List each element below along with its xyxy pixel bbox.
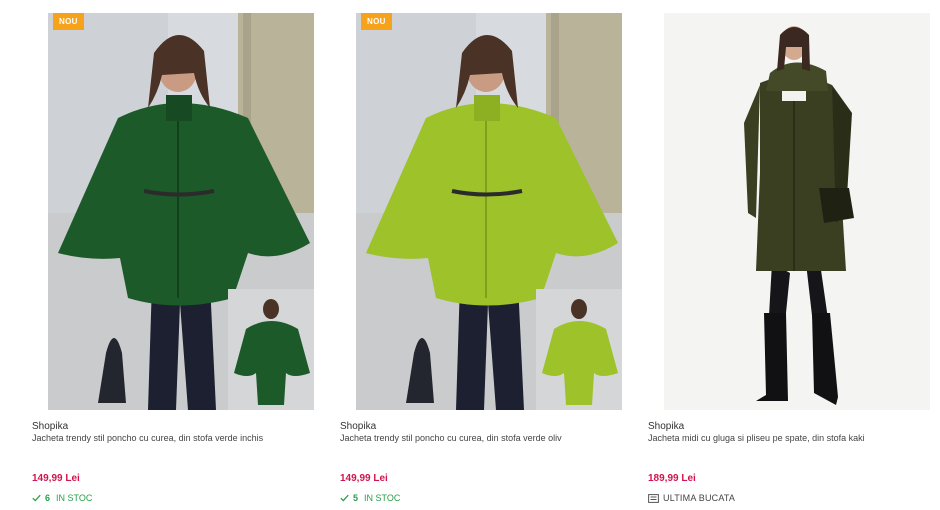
checkmark-icon: [340, 494, 349, 502]
product-brand[interactable]: Shopika: [340, 421, 376, 432]
stock-status: ULTIMA BUCATA: [648, 493, 735, 503]
stock-label: ULTIMA BUCATA: [663, 493, 736, 503]
checkmark-icon: [32, 494, 41, 502]
product-brand[interactable]: Shopika: [32, 421, 68, 432]
product-price: 149,99 Lei: [32, 473, 80, 484]
product-image[interactable]: NOU: [48, 13, 314, 410]
stock-count: 5: [353, 493, 359, 503]
stock-status: 5 IN STOC: [340, 493, 400, 503]
product-card[interactable]: Shopika Jacheta midi cu gluga si pliseu …: [648, 0, 938, 503]
product-grid: NOU Shopika Jacheta trendy stil poncho c…: [0, 0, 940, 510]
stock-status: 6 IN STOC: [32, 493, 92, 503]
product-title[interactable]: Jacheta midi cu gluga si pliseu pe spate…: [648, 433, 865, 443]
product-price: 149,99 Lei: [340, 473, 388, 484]
product-photo-illustration: [356, 13, 622, 410]
stock-label: IN STOC: [364, 493, 401, 503]
product-card[interactable]: NOU Shopika Jacheta trendy stil poncho c…: [340, 0, 630, 503]
product-brand[interactable]: Shopika: [648, 421, 684, 432]
stock-label: IN STOC: [56, 493, 93, 503]
box-icon: [648, 493, 659, 503]
product-title[interactable]: Jacheta trendy stil poncho cu curea, din…: [340, 433, 562, 443]
new-badge: NOU: [361, 13, 392, 30]
product-image[interactable]: [664, 13, 930, 410]
product-title[interactable]: Jacheta trendy stil poncho cu curea, din…: [32, 433, 263, 443]
product-image[interactable]: NOU: [356, 13, 622, 410]
product-card[interactable]: NOU Shopika Jacheta trendy stil poncho c…: [32, 0, 322, 503]
product-photo-illustration: [48, 13, 314, 410]
product-price: 189,99 Lei: [648, 473, 696, 484]
product-photo-illustration: [664, 13, 930, 410]
stock-count: 6: [45, 493, 51, 503]
new-badge: NOU: [53, 13, 84, 30]
